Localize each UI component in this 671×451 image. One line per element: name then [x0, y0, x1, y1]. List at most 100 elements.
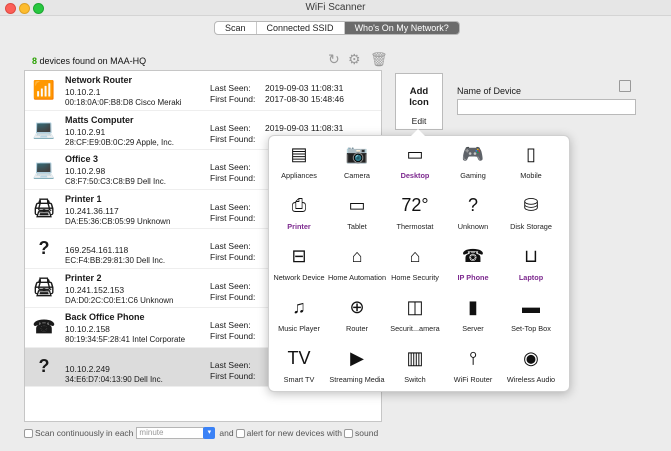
icon-option[interactable]: ▭ Desktop — [386, 140, 444, 191]
securit-amera-icon: ◫ — [406, 296, 424, 317]
first-found-label: First Found: — [210, 252, 256, 262]
icon-option[interactable]: ⌂ Home Automation — [328, 242, 386, 293]
icon-option[interactable]: ⊟ Network Device — [270, 242, 328, 293]
icon-option-label: Mobile — [520, 171, 542, 180]
icon-option[interactable]: ⊕ Router — [328, 293, 386, 344]
interval-select[interactable]: minute ▾ — [136, 427, 216, 439]
last-seen-label: Last Seen: — [210, 201, 251, 212]
laptop-icon: ⊔ — [523, 245, 539, 266]
title-bar: WiFi Scanner — [0, 0, 671, 16]
icon-option[interactable]: ⛁ Disk Storage — [502, 191, 560, 242]
printer-icon: 🖨 — [32, 198, 56, 218]
icon-option-label: Switch — [404, 375, 426, 384]
device-name: Network Router — [65, 75, 133, 85]
first-found-label: First Found: — [210, 331, 256, 341]
device-name: Printer 1 — [65, 193, 102, 204]
tab-scan[interactable]: Scan — [215, 22, 257, 34]
laptop-icon: 💻 — [32, 158, 56, 179]
edit-icon-label[interactable]: Edit — [396, 116, 442, 126]
close-window-button[interactable] — [5, 3, 16, 14]
icon-option[interactable]: ▥ Switch — [386, 344, 444, 395]
icon-option-label: Unknown — [457, 222, 489, 231]
icon-option[interactable]: ⎙ Printer — [270, 191, 328, 242]
printer-icon: 🖨 — [32, 277, 56, 297]
icon-option[interactable]: ⌂ Home Security — [386, 242, 444, 293]
icon-option-label: Gaming — [460, 171, 486, 180]
disk-storage-icon: ⛁ — [523, 194, 539, 215]
icon-option-label: Set-Top Box — [511, 324, 551, 333]
icon-option[interactable]: ? Unknown — [444, 191, 502, 242]
device-mac: 34:E6:D7:04:13:90 Dell Inc. — [65, 374, 163, 384]
icon-option[interactable]: ▭ Tablet — [328, 191, 386, 242]
icon-option-label: Laptop — [518, 273, 544, 282]
icon-option[interactable]: ⫯ WiFi Router — [444, 344, 502, 395]
icon-option[interactable]: ♫ Music Player — [270, 293, 328, 344]
first-found-label: First Found: — [210, 291, 256, 302]
icon-option-label: Music Player — [278, 324, 320, 333]
icon-option[interactable]: ▶ Streaming Media — [328, 344, 386, 395]
device-mac: 28:CF:E9:0B:0C:29 Apple, Inc. — [65, 137, 174, 147]
view-tabs: Scan Connected SSID Who's On My Network? — [214, 21, 460, 35]
device-name-input[interactable] — [457, 99, 636, 115]
icon-option-label: Thermostat — [396, 222, 434, 231]
icon-option[interactable]: ◉ Wireless Audio — [502, 344, 560, 395]
question-icon: ? — [38, 356, 50, 376]
question-icon: ? — [38, 237, 50, 258]
tab-whos-on-my-network[interactable]: Who's On My Network? — [344, 22, 459, 34]
popover-arrow — [411, 129, 425, 136]
scan-continuously-label: Scan continuously — [35, 428, 104, 438]
router-icon: 📶 — [32, 79, 56, 100]
trash-icon[interactable]: 🗑 — [370, 51, 388, 68]
sound-label: sound — [355, 428, 379, 438]
icon-option-label: Securit...amera — [390, 324, 440, 333]
chevron-down-icon[interactable]: ▾ — [203, 427, 216, 439]
device-ip: 10.10.2.1 — [65, 87, 101, 97]
in-each-label: in each — [106, 428, 134, 438]
device-mac: DA:D0:2C:C0:E1:C6 Unknown — [65, 295, 174, 305]
first-found-label: First Found: — [210, 94, 256, 104]
add-icon-title: Add Icon — [396, 86, 442, 108]
icon-option[interactable]: 72° Thermostat — [386, 191, 444, 242]
icon-option-label: Router — [346, 324, 368, 333]
minimize-window-button[interactable] — [19, 3, 30, 14]
printer-icon: ⎙ — [291, 194, 307, 215]
zoom-window-button[interactable] — [33, 3, 44, 14]
refresh-icon[interactable]: ↻ — [328, 51, 340, 68]
icon-option[interactable]: 📷 Camera — [328, 140, 386, 191]
scan-options: Scan continuously in each minute ▾ and a… — [24, 427, 378, 439]
icon-option[interactable]: TV Smart TV — [270, 344, 328, 395]
icon-option[interactable]: 🎮 Gaming — [444, 140, 502, 191]
last-seen-label: Last Seen: — [210, 83, 251, 93]
device-name: Back Office Phone — [65, 312, 145, 322]
save-icon[interactable] — [619, 80, 631, 92]
scan-continuously-checkbox[interactable] — [24, 428, 33, 438]
and-label: and — [219, 428, 234, 438]
gaming-icon: 🎮 — [461, 143, 485, 164]
icon-option[interactable]: ▯ Mobile — [502, 140, 560, 191]
add-icon-line1: Add — [409, 86, 429, 97]
alert-checkbox[interactable] — [235, 428, 245, 438]
gear-icon[interactable]: ⚙ — [348, 51, 361, 68]
icon-option-label: Network Device — [273, 273, 325, 282]
icon-option[interactable]: ☎ IP Phone — [444, 242, 502, 293]
desktop-icon: ▭ — [406, 143, 424, 164]
sound-checkbox[interactable] — [344, 428, 354, 438]
device-ip: 169.254.161.118 — [65, 245, 129, 255]
smart-tv-icon: TV — [287, 347, 311, 368]
phone-icon: ☎ — [32, 316, 56, 337]
home-automation-icon: ⌂ — [351, 245, 363, 266]
music-player-icon: ♫ — [292, 296, 306, 317]
tab-connected-ssid[interactable]: Connected SSID — [257, 22, 345, 34]
add-icon-button[interactable]: Add Icon Edit — [395, 73, 443, 130]
device-count: 8 devices found on MAA-HQ — [32, 56, 146, 66]
icon-option-label: Wireless Audio — [506, 375, 556, 384]
icon-option-label: Smart TV — [283, 375, 315, 384]
icon-option-label: Home Automation — [328, 273, 387, 282]
icon-option[interactable]: ◫ Securit...amera — [386, 293, 444, 344]
device-row[interactable]: 📶 Network Router 10.10.2.1 00:18:0A:0F:B8:D… — [25, 71, 381, 111]
icon-option[interactable]: ▮ Server — [444, 293, 502, 344]
icon-option-label: IP Phone — [457, 273, 489, 282]
icon-option[interactable]: ▤ Appliances — [270, 140, 328, 191]
icon-option[interactable]: ⊔ Laptop — [502, 242, 560, 293]
icon-option[interactable]: ▬ Set-Top Box — [502, 293, 560, 344]
